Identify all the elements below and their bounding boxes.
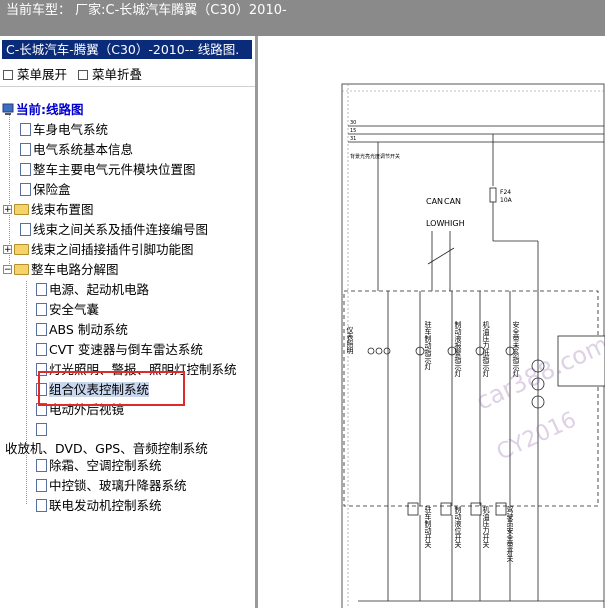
document-icon: [36, 499, 47, 512]
collapse-minus-icon[interactable]: −: [3, 265, 12, 275]
divider-line: [0, 86, 255, 87]
tree-item-harness-relations[interactable]: 线束之间关系及插件连接编号图: [20, 221, 208, 239]
document-icon: [36, 459, 47, 472]
tree-item-defrost-ac[interactable]: 除霜、空调控制系统: [36, 457, 162, 475]
collapse-icon: [78, 69, 88, 80]
tree-item-fuse-box[interactable]: 保险盒: [20, 181, 71, 199]
label-fuse: F24: [500, 189, 511, 196]
document-icon: [36, 303, 47, 316]
computer-icon: [2, 103, 14, 115]
expand-menu-button[interactable]: 菜单展开: [3, 64, 67, 83]
document-icon: [20, 143, 31, 156]
label-bg-light-switch: 背景光亮光度调节开关: [350, 153, 400, 160]
document-icon: [20, 223, 31, 236]
label-parking-brake-lamp: 驻车制动指示灯: [424, 320, 432, 371]
collapse-menu-button[interactable]: 菜单折叠: [78, 64, 142, 83]
label-can-2: CAN: [444, 197, 461, 206]
label-can-low: LOW: [426, 219, 444, 228]
tree-folder-circuit-breakdown[interactable]: − 整车电路分解图: [3, 261, 119, 279]
current-model-text: 当前车型： 厂家:C-长城汽车腾翼（C30）2010-: [6, 3, 287, 18]
highlight-box: [38, 371, 185, 406]
document-icon: [36, 423, 47, 436]
document-icon: [36, 323, 47, 336]
label-can-high: HIGH: [444, 219, 465, 228]
tree-item-empty[interactable]: [36, 421, 47, 439]
wiring-diagram: 30 15 31 背景光亮光度调节开关 F24 10A CAN CAN LOW …: [341, 83, 605, 608]
tree-item-audio[interactable]: 收放机、DVD、GPS、音频控制系统: [3, 440, 208, 458]
label-parking-brake-switch: 驻车制动开关: [424, 505, 432, 549]
tree-item-central-lock[interactable]: 中控锁、玻璃升降器系统: [36, 477, 187, 495]
header-bar: 当前车型： 厂家:C-长城汽车腾翼（C30）2010-: [0, 0, 605, 36]
tree-guide-line: [26, 281, 27, 504]
watermark-code: CY2016: [493, 407, 580, 465]
label-can-1: CAN: [426, 197, 443, 206]
label-31: 31: [350, 136, 356, 142]
tree-item-airbag[interactable]: 安全气囊: [36, 301, 99, 319]
label-fuse-amp: 10A: [500, 197, 513, 204]
document-icon: [36, 283, 47, 296]
tree-item-basic-info[interactable]: 电气系统基本信息: [20, 141, 133, 159]
document-icon: [20, 163, 31, 176]
tree-item-power-starter[interactable]: 电源、起动机电路: [36, 281, 149, 299]
tree-item-abs[interactable]: ABS 制动系统: [36, 321, 128, 339]
label-oil-pressure-switch: 机油压力开关: [482, 505, 490, 549]
label-30: 30: [350, 120, 356, 126]
tree-item-cvt[interactable]: CVT 变速器与倒车雷达系统: [36, 341, 203, 359]
tree-folder-harness-layout[interactable]: + 线束布置图: [3, 201, 94, 219]
fuse-symbol: [489, 187, 497, 203]
document-icon: [36, 343, 47, 356]
expand-plus-icon[interactable]: +: [3, 245, 12, 255]
manual-title: C-长城汽车-腾翼（C30）-2010-- 线路图.: [2, 40, 252, 59]
diagram-panel: 30 15 31 背景光亮光度调节开关 F24 10A CAN CAN LOW …: [258, 36, 605, 608]
tree-folder-pin-function[interactable]: + 线束之间插接插件引脚功能图: [3, 241, 194, 259]
label-cluster-lighting: 仪表照明: [346, 326, 354, 355]
bottom-connectors: [358, 502, 604, 602]
expand-plus-icon[interactable]: +: [3, 205, 12, 215]
label-brake-fluid-switch: 制动液位开关: [454, 505, 462, 549]
folder-icon: [14, 244, 29, 255]
tree-item-engine-control[interactable]: 联电发动机控制系统: [36, 497, 162, 515]
expand-icon: [3, 69, 13, 80]
navigation-panel: C-长城汽车-腾翼（C30）-2010-- 线路图. 菜单展开 菜单折叠 当前:…: [0, 36, 255, 608]
tree-item-body-electrical[interactable]: 车身电气系统: [20, 121, 108, 139]
label-15: 15: [350, 128, 356, 134]
document-icon: [36, 479, 47, 492]
tree-item-component-location[interactable]: 整车主要电气元件模块位置图: [20, 161, 196, 179]
document-icon: [20, 183, 31, 196]
folder-open-icon: [14, 264, 29, 275]
cluster-boundary: [343, 290, 599, 507]
document-icon: [20, 123, 31, 136]
folder-icon: [14, 204, 29, 215]
tree-root-current[interactable]: 当前:线路图: [2, 101, 84, 119]
